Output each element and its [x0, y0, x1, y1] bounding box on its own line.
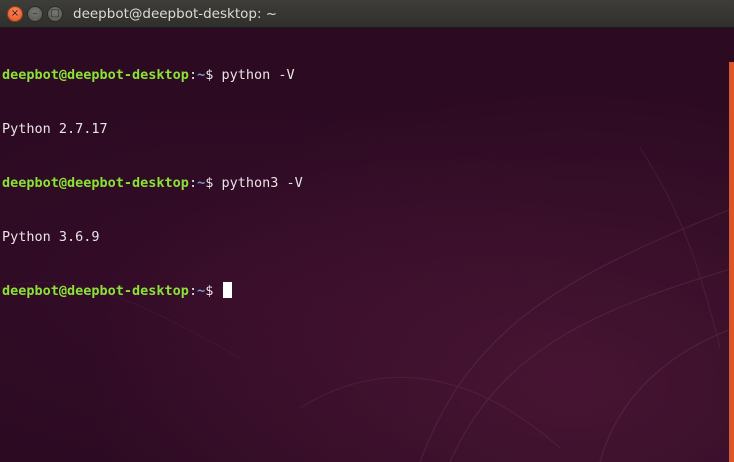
terminal-area[interactable]: deepbot@deepbot-desktop:~$ python -V Pyt…	[0, 28, 734, 462]
active-prompt-line[interactable]: deepbot@deepbot-desktop:~$	[2, 282, 303, 300]
prompt-user-host: deepbot@deepbot-desktop	[2, 175, 189, 191]
prompt-path: ~	[197, 283, 206, 299]
prompt-symbol: $	[205, 283, 222, 299]
output-line-2: Python 3.6.9	[2, 229, 100, 245]
text-cursor	[223, 282, 233, 298]
window-controls: × – □	[7, 6, 63, 22]
prompt-separator: :	[188, 283, 198, 299]
command-line-2: deepbot@deepbot-desktop:~$ python3 -V	[2, 174, 303, 192]
output-line-1: Python 2.7.17	[2, 121, 108, 137]
prompt-path: ~	[197, 67, 206, 83]
prompt-path: ~	[197, 175, 206, 191]
command-text: python -V	[221, 67, 295, 83]
terminal-output: deepbot@deepbot-desktop:~$ python -V Pyt…	[2, 30, 303, 336]
command-text: python3 -V	[221, 175, 303, 191]
prompt-separator: :	[188, 175, 198, 191]
window-title: deepbot@deepbot-desktop: ~	[73, 6, 278, 22]
prompt-separator: :	[188, 67, 198, 83]
prompt-user-host: deepbot@deepbot-desktop	[2, 67, 189, 83]
maximize-icon[interactable]: □	[47, 6, 63, 22]
prompt-user-host: deepbot@deepbot-desktop	[2, 283, 189, 299]
command-line-1: deepbot@deepbot-desktop:~$ python -V	[2, 66, 303, 84]
terminal-window: × – □ deepbot@deepbot-desktop: ~ deepbot…	[0, 0, 734, 462]
scrollbar[interactable]	[729, 62, 734, 462]
minimize-icon[interactable]: –	[27, 6, 43, 22]
prompt-symbol: $	[205, 67, 222, 83]
prompt-symbol: $	[205, 175, 222, 191]
title-bar[interactable]: × – □ deepbot@deepbot-desktop: ~	[0, 0, 734, 28]
close-icon[interactable]: ×	[7, 6, 23, 22]
